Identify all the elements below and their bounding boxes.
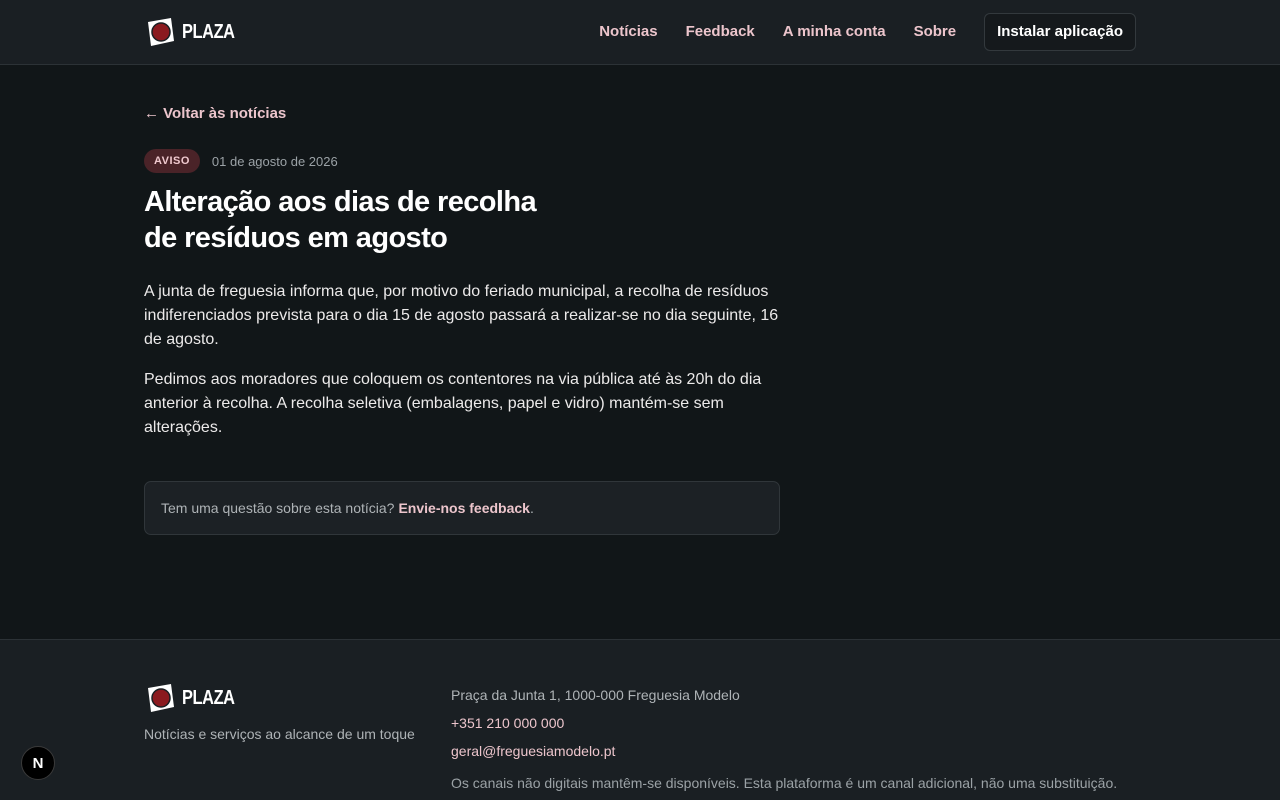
nav-link-minha-conta[interactable]: A minha conta: [783, 13, 886, 51]
nav-link-noticias[interactable]: Notícias: [599, 13, 657, 51]
footer-phone-link[interactable]: +351 210 000 000: [451, 709, 1117, 737]
article-meta: AVISO 01 de agosto de 2026: [144, 149, 338, 173]
site-footer: PLAZA Notícias e serviços ao alcance de …: [0, 639, 1280, 800]
article-paragraph: Pedimos aos moradores que coloquem os co…: [144, 371, 762, 436]
plaza-logo-icon: [148, 684, 174, 712]
main-nav: Notícias Feedback A minha conta Sobre In…: [599, 13, 1136, 51]
plaza-logo-icon: [148, 18, 174, 46]
header-logo[interactable]: PLAZA: [144, 16, 246, 48]
footer-email-link[interactable]: geral@freguesiamodelo.pt: [451, 737, 1117, 765]
feedback-end: .: [529, 500, 534, 516]
footer-address: Praça da Junta 1, 1000-000 Freguesia Mod…: [451, 687, 740, 703]
article-title-line-2: de resíduos em agosto: [144, 222, 448, 254]
feedback-prompt: Tem uma questão sobre esta notícia?: [161, 500, 395, 516]
footer-logo[interactable]: PLAZA: [144, 682, 246, 714]
footer-tagline: Notícias e serviços ao alcance de um toq…: [144, 726, 415, 742]
install-app-button[interactable]: Instalar aplicação: [984, 13, 1136, 51]
category-badge: AVISO: [144, 149, 200, 173]
back-to-news-link[interactable]: ← Voltar às notícias: [144, 105, 286, 122]
footer-notice: Os canais não digitais mantêm-se disponí…: [451, 775, 1118, 791]
send-feedback-link[interactable]: Envie-nos feedback: [398, 500, 530, 516]
article-paragraph: A junta de freguesia informa que, por mo…: [144, 283, 779, 348]
article-title-line-1: Alteração aos dias de recolha: [144, 186, 537, 218]
article-title: Alteração aos dias de recolha de resíduo…: [144, 184, 664, 256]
dev-tools-badge[interactable]: N: [21, 746, 55, 780]
footer-brand-name: PLAZA: [182, 686, 235, 709]
top-header: PLAZA Notícias Feedback A minha conta So…: [0, 0, 1280, 65]
article-date: 01 de agosto de 2026: [211, 153, 338, 169]
nav-link-feedback[interactable]: Feedback: [686, 13, 755, 51]
feedback-callout: Tem uma questão sobre esta notícia? Envi…: [144, 481, 780, 535]
footer-contact: Praça da Junta 1, 1000-000 Freguesia Mod…: [451, 681, 1117, 797]
article-body: A junta de freguesia informa que, por mo…: [144, 280, 780, 456]
nav-link-sobre[interactable]: Sobre: [914, 13, 957, 51]
brand-name: PLAZA: [182, 20, 235, 43]
